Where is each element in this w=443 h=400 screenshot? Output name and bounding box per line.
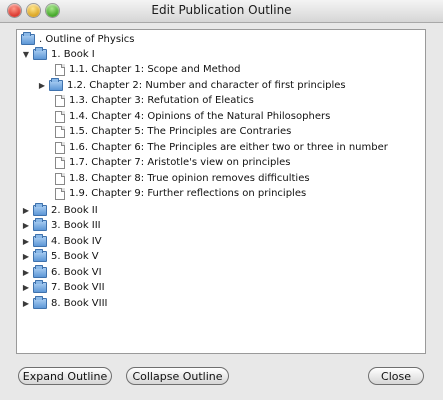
disclosure-collapsed-icon[interactable]: ▶ xyxy=(21,283,31,293)
document-icon xyxy=(55,156,65,169)
tree-item-book[interactable]: ▶ 3. Book III xyxy=(21,218,101,233)
tree-item-book[interactable]: ▶ 8. Book VIII xyxy=(21,296,107,311)
tree-item-root[interactable]: . Outline of Physics xyxy=(21,32,135,47)
tree-item-book[interactable]: ▶ 7. Book VII xyxy=(21,280,105,295)
tree-item-chapter[interactable]: 1.9. Chapter 9: Further reflections on p… xyxy=(55,186,306,201)
document-icon xyxy=(55,141,65,154)
tree-item-label: 1.7. Chapter 7: Aristotle's view on prin… xyxy=(69,157,291,168)
tree-item-label: 1.8. Chapter 8: True opinion removes dif… xyxy=(69,173,310,184)
tree-item-label: . Outline of Physics xyxy=(39,34,135,45)
tree-item-book[interactable]: ▶ 4. Book IV xyxy=(21,234,102,249)
folder-icon xyxy=(21,32,35,45)
tree-item-label: 1.2. Chapter 2: Number and character of … xyxy=(67,80,346,91)
edit-outline-window: Edit Publication Outline . Outline of Ph… xyxy=(0,0,443,400)
tree-item-book[interactable]: ▶ 2. Book II xyxy=(21,203,98,218)
tree-item-label: 3. Book III xyxy=(51,220,101,231)
tree-item-label: 5. Book V xyxy=(51,251,99,262)
tree-item-chapter[interactable]: 1.7. Chapter 7: Aristotle's view on prin… xyxy=(55,155,290,170)
tree-item-chapter[interactable]: 1.6. Chapter 6: The Principles are eithe… xyxy=(55,140,388,155)
tree-item-chapter[interactable]: 1.3. Chapter 3: Refutation of Eleatics xyxy=(55,93,254,108)
document-icon xyxy=(55,110,65,123)
folder-icon xyxy=(33,265,47,278)
folder-icon xyxy=(33,249,47,262)
tree-item-book[interactable]: ▶ 5. Book V xyxy=(21,249,99,264)
tree-item-label: 1.9. Chapter 9: Further reflections on p… xyxy=(69,188,307,199)
tree-item-label: 1.4. Chapter 4: Opinions of the Natural … xyxy=(69,111,331,122)
disclosure-collapsed-icon[interactable]: ▶ xyxy=(37,81,47,91)
disclosure-collapsed-icon[interactable]: ▶ xyxy=(21,206,31,216)
tree-item-chapter[interactable]: 1.8. Chapter 8: True opinion removes dif… xyxy=(55,171,310,186)
folder-icon xyxy=(33,47,47,60)
document-icon xyxy=(55,94,65,107)
disclosure-collapsed-icon[interactable]: ▶ xyxy=(21,237,31,247)
tree-item-label: 4. Book IV xyxy=(51,236,102,247)
expand-outline-button[interactable]: Expand Outline xyxy=(18,367,112,385)
tree-item-label: 8. Book VIII xyxy=(51,298,108,309)
folder-icon xyxy=(49,78,63,91)
disclosure-expanded-icon[interactable]: ▼ xyxy=(21,50,31,60)
disclosure-collapsed-icon[interactable]: ▶ xyxy=(21,268,31,278)
collapse-outline-button[interactable]: Collapse Outline xyxy=(126,367,229,385)
folder-icon xyxy=(33,203,47,216)
tree-item-label: 2. Book II xyxy=(51,205,98,216)
tree-item-label: 1. Book I xyxy=(51,49,95,60)
close-button[interactable]: Close xyxy=(368,367,424,385)
tree-item-chapter[interactable]: 1.1. Chapter 1: Scope and Method xyxy=(55,62,240,77)
document-icon xyxy=(55,125,65,138)
document-icon xyxy=(55,63,65,76)
tree-item-label: 1.5. Chapter 5: The Principles are Contr… xyxy=(69,126,292,137)
disclosure-collapsed-icon[interactable]: ▶ xyxy=(21,299,31,309)
disclosure-collapsed-icon[interactable]: ▶ xyxy=(21,221,31,231)
tree-item-label: 1.6. Chapter 6: The Principles are eithe… xyxy=(69,142,388,153)
tree-item-chapter[interactable]: ▶ 1.2. Chapter 2: Number and character o… xyxy=(37,78,346,93)
tree-item-chapter[interactable]: 1.4. Chapter 4: Opinions of the Natural … xyxy=(55,109,330,124)
folder-icon xyxy=(33,296,47,309)
document-icon xyxy=(55,172,65,185)
folder-icon xyxy=(33,234,47,247)
tree-item-chapter[interactable]: 1.5. Chapter 5: The Principles are Contr… xyxy=(55,124,291,139)
document-icon xyxy=(55,187,65,200)
tree-item-label: 1.1. Chapter 1: Scope and Method xyxy=(69,64,241,75)
tree-item-label: 1.3. Chapter 3: Refutation of Eleatics xyxy=(69,95,254,106)
tree-item-label: 7. Book VII xyxy=(51,282,105,293)
tree-item-label: 6. Book VI xyxy=(51,267,102,278)
window-title: Edit Publication Outline xyxy=(151,3,292,17)
tree-item-book-1[interactable]: ▼ 1. Book I xyxy=(21,47,95,62)
disclosure-collapsed-icon[interactable]: ▶ xyxy=(21,252,31,262)
folder-icon xyxy=(33,280,47,293)
tree-item-book[interactable]: ▶ 6. Book VI xyxy=(21,265,102,280)
folder-icon xyxy=(33,218,47,231)
title-bar[interactable]: Edit Publication Outline xyxy=(0,0,443,23)
outline-tree[interactable]: . Outline of Physics ▼ 1. Book I 1.1. Ch… xyxy=(16,29,426,354)
